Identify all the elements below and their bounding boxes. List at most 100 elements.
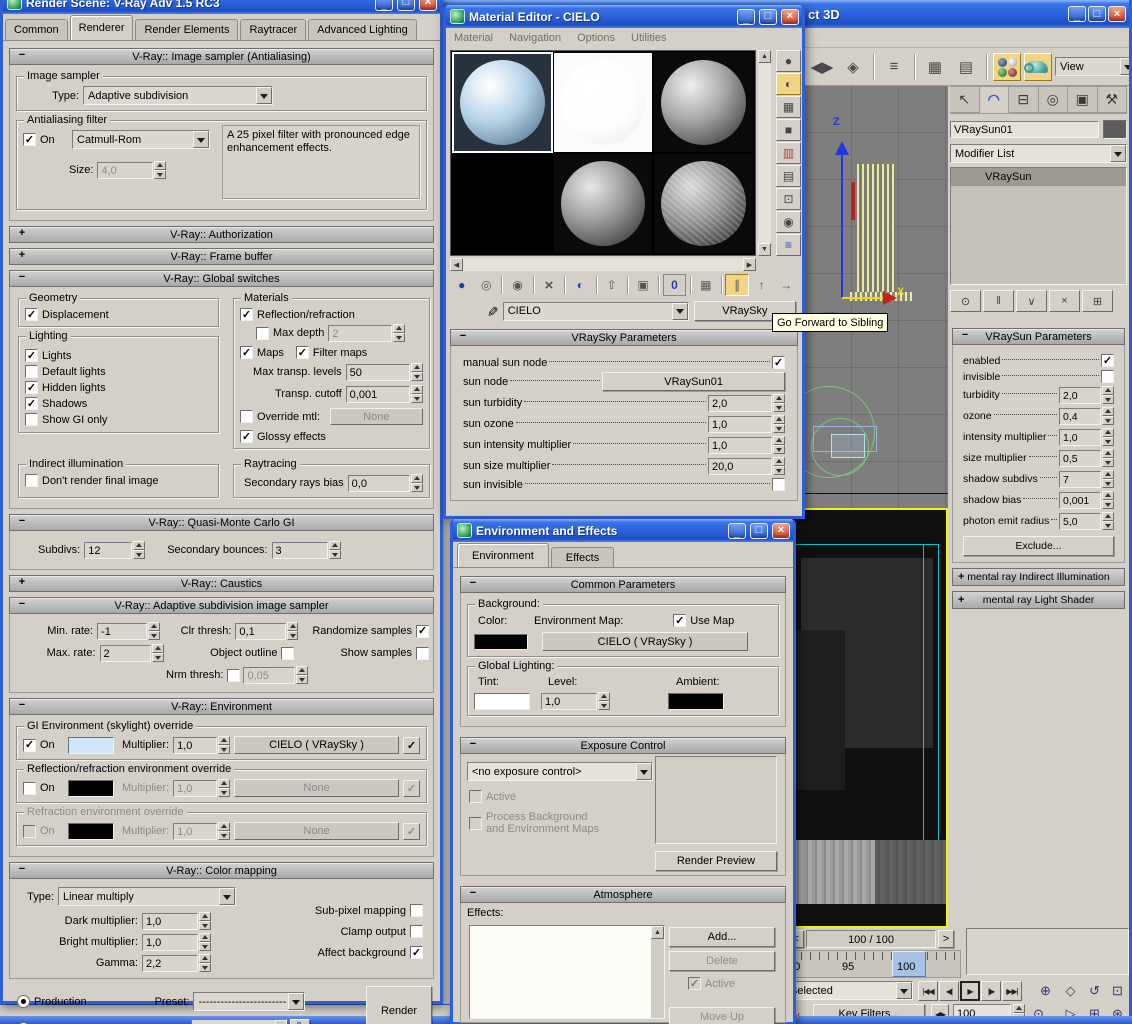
affect-background-checkbox[interactable] [410, 946, 423, 959]
tab-utilities-icon[interactable]: ⚒ [1097, 86, 1127, 113]
make-unique-icon[interactable]: ∨ [1016, 290, 1047, 312]
nrm-thresh-checkbox[interactable] [227, 668, 241, 682]
move-up-button[interactable]: Move Up [669, 1007, 775, 1024]
tab-modify-icon[interactable]: ◠ [979, 86, 1009, 113]
video-color-check-icon[interactable]: ▥ [776, 142, 801, 164]
spinner[interactable] [773, 457, 785, 475]
dropdown-arrow-icon[interactable] [193, 131, 209, 148]
add-effect-button[interactable]: Add... [669, 927, 775, 947]
clr-thresh-field[interactable]: 0,1 [235, 622, 286, 640]
secondary-rays-bias-field[interactable]: 0,0 [347, 474, 410, 492]
filter-maps-checkbox[interactable] [295, 346, 309, 359]
go-to-end-button[interactable]: ▶▶| [1002, 981, 1022, 1001]
gi-env-map-enable[interactable]: ✓ [403, 736, 420, 754]
tab-effects[interactable]: Effects [550, 547, 615, 567]
remove-modifier-icon[interactable]: × [1049, 290, 1080, 312]
render-view-dropdown[interactable]: View [1055, 57, 1132, 76]
scroll-up-icon[interactable]: ▲ [651, 926, 664, 939]
align-icon[interactable]: ◈ [839, 52, 867, 81]
spinner[interactable] [199, 954, 211, 972]
material-map-navigator-icon[interactable]: ≡ [776, 234, 801, 256]
gi-env-on-checkbox[interactable] [23, 738, 36, 752]
preset-dropdown[interactable]: ------------------------ [193, 992, 306, 1011]
previous-key-button[interactable]: ◀| [939, 981, 959, 1001]
reset-map-icon[interactable]: × [537, 274, 561, 296]
put-material-to-scene-icon[interactable]: ◎ [474, 274, 498, 296]
aa-filter-dropdown[interactable]: Catmull-Rom [72, 130, 210, 149]
refr-env-map-enable[interactable]: ✓ [403, 822, 420, 840]
curve-editor-icon[interactable]: ▦ [921, 52, 949, 81]
close-button[interactable]: × [781, 8, 799, 25]
refl-env-on-checkbox[interactable] [23, 781, 36, 795]
time-slider-track[interactable]: 90 95 100 [783, 950, 961, 978]
pick-material-eyedropper-icon[interactable]: ✎ [483, 305, 500, 317]
spinner[interactable] [410, 474, 423, 492]
configure-modifier-sets-icon[interactable]: ⊞ [1082, 290, 1113, 312]
dropdown-arrow-icon[interactable] [1110, 145, 1126, 162]
aa-size-field[interactable]: 4,0 [97, 161, 154, 179]
spinner[interactable] [1102, 470, 1114, 488]
max-depth-checkbox[interactable] [256, 326, 269, 340]
rollout-header[interactable]: − V-Ray:: Global switches [9, 270, 434, 287]
next-frame-button[interactable]: > [938, 930, 954, 948]
enabled-checkbox[interactable] [1101, 354, 1114, 367]
render-scene-titlebar[interactable]: Render Scene: V-Ray Adv 1.5 RC3 _ □ × [3, 0, 440, 14]
intensity-multiplier-field[interactable]: 1,0 [1059, 428, 1101, 446]
use-map-checkbox[interactable] [673, 614, 687, 627]
rollout-header[interactable]: − V-Ray:: Environment [9, 698, 434, 715]
spinner[interactable] [218, 736, 231, 754]
menu-utilities[interactable]: Utilities [631, 32, 666, 44]
ozone-field[interactable]: 0,4 [1059, 407, 1101, 425]
background-icon[interactable]: ▦ [776, 96, 801, 118]
dropdown-arrow-icon[interactable] [256, 87, 272, 104]
nrm-thresh-field[interactable]: 0,05 [243, 666, 296, 684]
spinner[interactable] [1102, 386, 1114, 404]
exposure-control-dropdown[interactable]: <no exposure control> [467, 762, 653, 781]
sample-type-icon[interactable]: ● [776, 50, 801, 72]
max-transp-levels-field[interactable]: 50 [345, 363, 410, 381]
selection-filter-dropdown[interactable]: Selected [785, 981, 913, 1000]
tab-motion-icon[interactable]: ◎ [1038, 86, 1068, 113]
sun-ozone-field[interactable]: 1,0 [708, 415, 772, 433]
zoom-region-icon[interactable]: ⊡ [1107, 981, 1128, 1001]
spinner[interactable] [773, 394, 785, 412]
maximize-button[interactable]: □ [759, 8, 777, 25]
rollout-header-vraysun[interactable]: − VRaySun Parameters [952, 328, 1125, 345]
material-id-channel-icon[interactable]: 0 [662, 274, 687, 296]
min-rate-field[interactable]: -1 [97, 622, 148, 640]
randomize-samples-checkbox[interactable] [415, 624, 429, 638]
invisible-checkbox[interactable] [1101, 370, 1114, 383]
delete-effect-button[interactable]: Delete [669, 951, 775, 971]
arc-rotate-icon[interactable]: ↺ [1084, 981, 1105, 1001]
default-lights-checkbox[interactable] [25, 365, 38, 378]
sample-slot-6[interactable] [654, 154, 753, 253]
make-unique-icon[interactable]: ⇧ [599, 274, 624, 296]
displacement-checkbox[interactable] [25, 308, 38, 321]
rollout-header[interactable]: − VRaySky Parameters [450, 329, 798, 346]
hidden-lights-checkbox[interactable] [25, 381, 38, 394]
go-to-parent-icon[interactable]: ↑ [749, 274, 774, 296]
put-to-library-icon[interactable]: ▣ [631, 274, 655, 296]
menu-material[interactable]: Material [454, 32, 493, 44]
gi-env-multiplier-field[interactable]: 1,0 [173, 736, 218, 754]
viewport-dropdown[interactable]: VRayPhysicalC. [191, 1019, 288, 1024]
material-options-icon[interactable]: ⊡ [776, 188, 801, 210]
shadows-checkbox[interactable] [25, 397, 38, 410]
bright-multiplier-field[interactable]: 1,0 [142, 933, 198, 951]
background-color-swatch[interactable] [474, 633, 528, 650]
scroll-down-icon[interactable]: ▼ [758, 243, 771, 256]
spinner[interactable] [1102, 449, 1114, 467]
transp-cutoff-field[interactable]: 0,001 [345, 385, 410, 403]
level-field[interactable]: 1,0 [541, 692, 597, 710]
rollout-header[interactable]: + V-Ray:: Frame buffer [9, 248, 434, 265]
viewport-front[interactable]: Z X [805, 86, 948, 508]
tab-render-elements[interactable]: Render Elements [135, 19, 239, 40]
zoom-extents-icon[interactable]: ◇ [1060, 981, 1081, 1001]
dropdown-arrow-icon[interactable] [671, 302, 688, 320]
gi-env-map-slot[interactable]: CIELO ( VRaySky ) [234, 736, 399, 754]
spinner[interactable] [1102, 512, 1114, 530]
turbidity-field[interactable]: 2,0 [1059, 386, 1101, 404]
rollout-header[interactable]: + V-Ray:: Authorization [9, 226, 434, 243]
gi-env-color-swatch[interactable] [68, 736, 114, 754]
rollout-header[interactable]: − Atmosphere [460, 886, 786, 903]
